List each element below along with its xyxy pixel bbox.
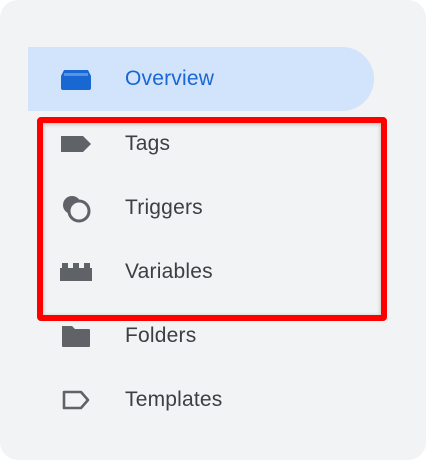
overview-icon xyxy=(60,63,92,95)
nav-label-templates: Templates xyxy=(125,388,223,411)
folder-icon xyxy=(60,320,92,352)
nav-label-folders: Folders xyxy=(125,324,197,347)
highlight-box xyxy=(37,117,387,321)
nav-panel: Overview Tags Triggers Variables Folders… xyxy=(0,0,426,460)
nav-item-templates[interactable]: Templates xyxy=(28,368,374,432)
template-icon xyxy=(60,384,92,416)
nav-item-overview[interactable]: Overview xyxy=(28,47,374,111)
nav-label-overview: Overview xyxy=(125,67,215,90)
